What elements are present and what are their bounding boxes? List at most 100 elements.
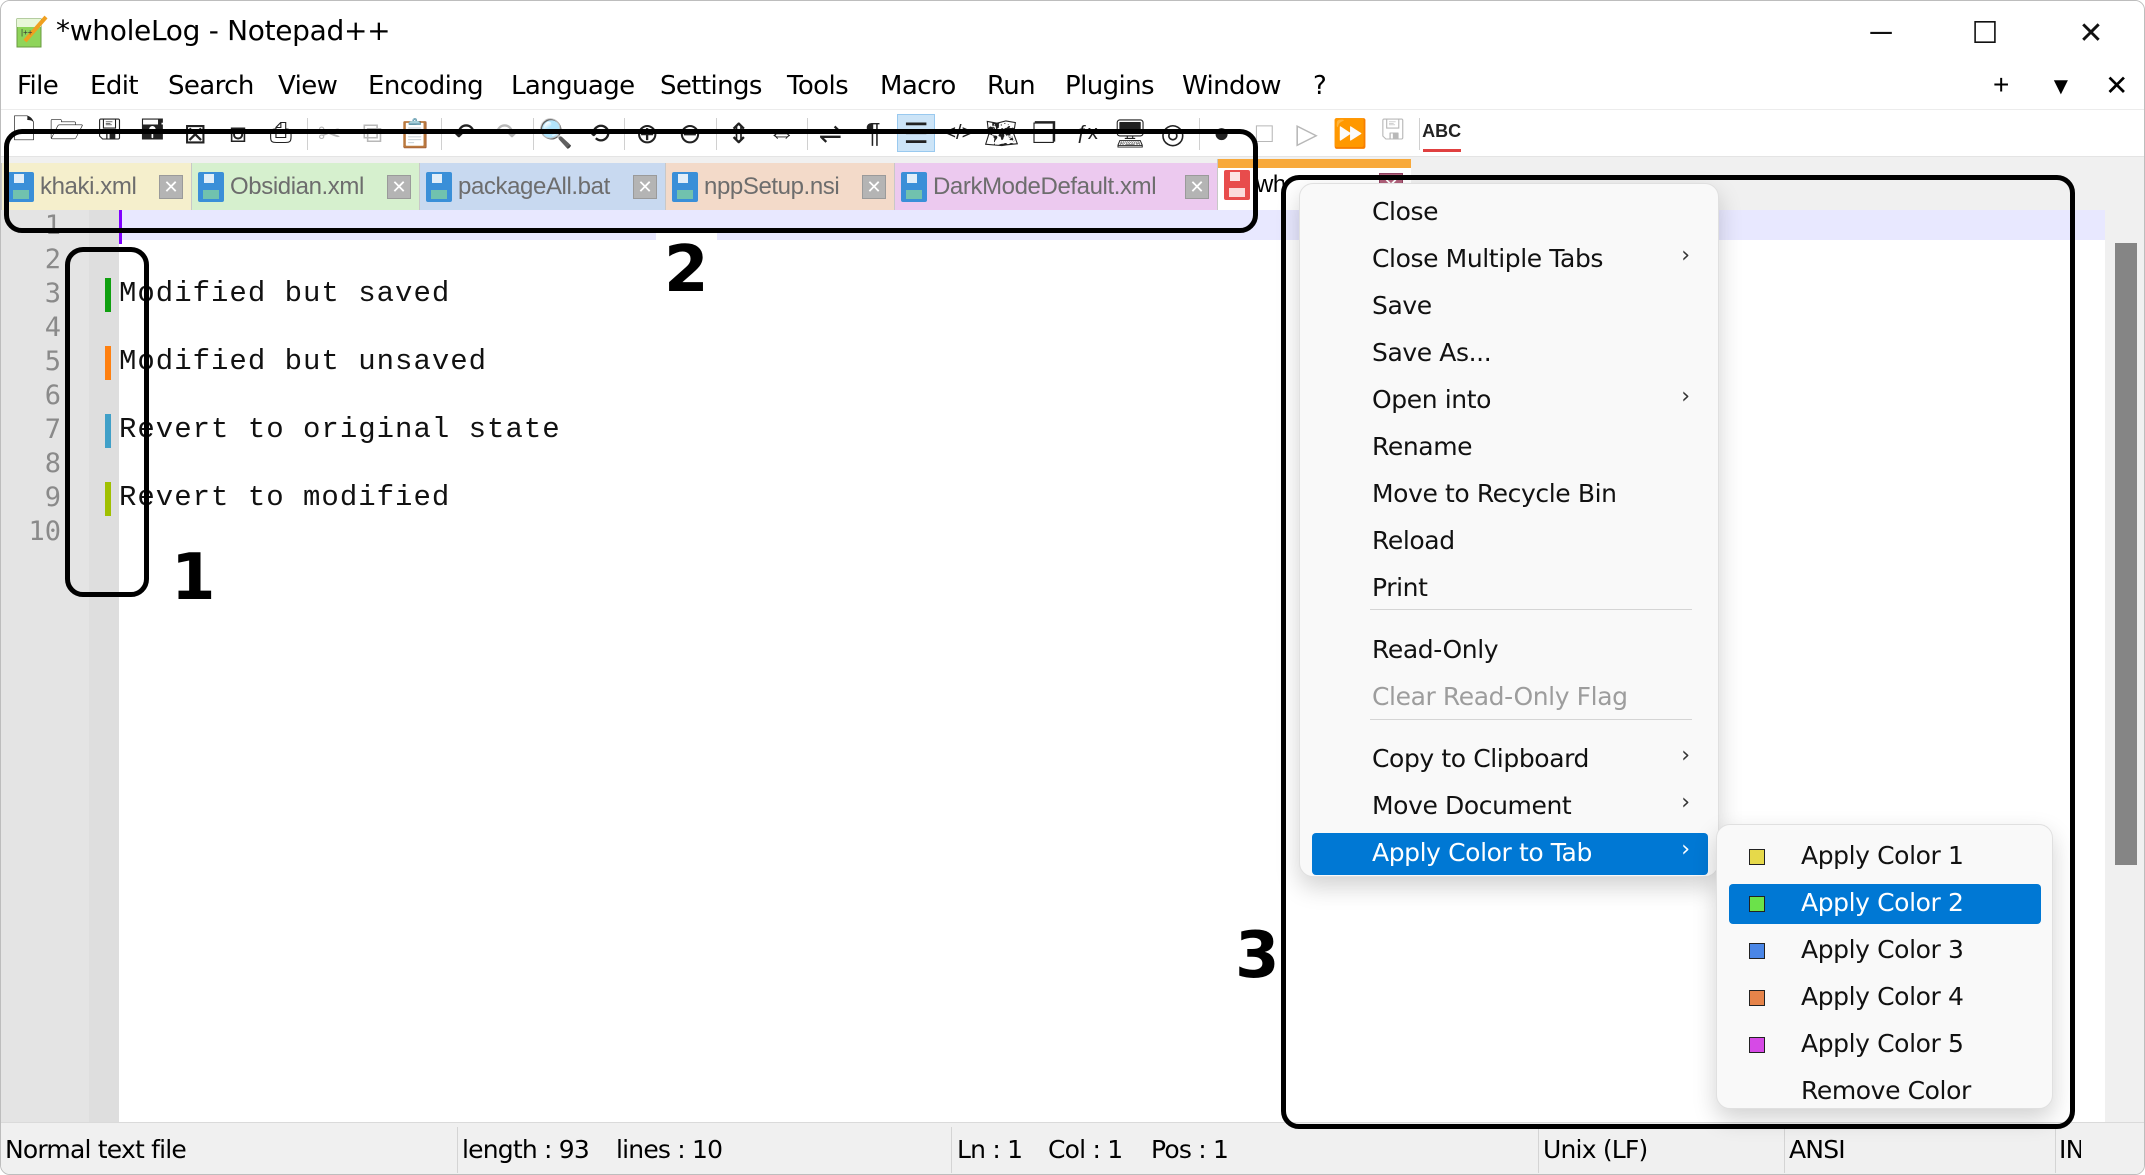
tab-nppsetup-nsi[interactable]: nppSetup.nsi ✕ bbox=[665, 163, 894, 211]
menu-help[interactable]: ? bbox=[1313, 71, 1327, 101]
maximize-button[interactable]: ☐ bbox=[1935, 1, 2035, 65]
status-length: length : 93 bbox=[462, 1135, 590, 1164]
save-all-icon[interactable]: 🖬 bbox=[133, 114, 171, 152]
vertical-scrollbar[interactable] bbox=[2105, 210, 2144, 1122]
tab-label: nppSetup.nsi bbox=[704, 173, 840, 200]
context-menu-item-move-document[interactable]: Move Document › bbox=[1312, 786, 1708, 828]
redo-icon[interactable]: ↷ bbox=[488, 114, 526, 152]
context-menu-item-rename[interactable]: Rename bbox=[1312, 427, 1708, 469]
indent-guide-icon[interactable]: ☰ bbox=[897, 114, 935, 152]
toolbar-separator bbox=[715, 118, 717, 150]
menu-item-label: Apply Color 2 bbox=[1801, 888, 1964, 917]
menu-run[interactable]: Run bbox=[987, 71, 1036, 101]
status-eol[interactable]: Unix (LF) bbox=[1543, 1135, 1648, 1164]
code-line[interactable]: Revert to original state bbox=[119, 413, 561, 446]
spell-check-icon[interactable]: ABC bbox=[1422, 114, 1461, 152]
menu-view[interactable]: View bbox=[278, 71, 338, 101]
submenu-item-apply-color-4[interactable]: Apply Color 4 bbox=[1729, 978, 2041, 1018]
close-document-icon[interactable]: ✕ bbox=[2105, 69, 2128, 102]
menu-edit[interactable]: Edit bbox=[90, 71, 139, 101]
context-menu-item-print[interactable]: Print bbox=[1312, 568, 1708, 610]
cut-icon[interactable]: ✂ bbox=[311, 114, 349, 152]
context-menu-item-copy-to-clipboard[interactable]: Copy to Clipboard › bbox=[1312, 739, 1708, 781]
apply-color-submenu: Apply Color 1 Apply Color 2 Apply Color 3 A… bbox=[1716, 824, 2053, 1109]
change-history-marker bbox=[105, 482, 111, 516]
new-tab-icon[interactable]: + bbox=[1993, 69, 2009, 101]
submenu-item-apply-color-2[interactable]: Apply Color 2 bbox=[1729, 884, 2041, 924]
minimize-button[interactable]: ─ bbox=[1831, 1, 1931, 65]
code-line[interactable]: Modified but saved bbox=[119, 277, 450, 310]
scrollbar-thumb[interactable] bbox=[2115, 243, 2137, 865]
macro-record-icon[interactable]: ● bbox=[1203, 114, 1241, 152]
document-list-icon[interactable]: ❐ bbox=[1025, 114, 1063, 152]
status-insert-mode[interactable]: INS bbox=[2059, 1135, 2081, 1164]
macro-run-multiple-icon[interactable]: ⏩ bbox=[1331, 114, 1369, 152]
context-menu-item-close-multiple-tabs[interactable]: Close Multiple Tabs › bbox=[1312, 239, 1708, 281]
context-menu-item-reload[interactable]: Reload bbox=[1312, 521, 1708, 563]
macro-play-icon[interactable]: ▷ bbox=[1288, 114, 1326, 152]
sync-vertical-icon[interactable]: ⇕ bbox=[720, 114, 758, 152]
code-line[interactable]: Revert to modified bbox=[119, 481, 450, 514]
status-position: Pos : 1 bbox=[1151, 1135, 1229, 1164]
status-encoding[interactable]: ANSI bbox=[1789, 1135, 1846, 1164]
xml-tags-icon[interactable]: </> bbox=[940, 114, 978, 152]
context-menu-item-save-as[interactable]: Save As... bbox=[1312, 333, 1708, 375]
context-menu-item-move-to-recycle-bin[interactable]: Move to Recycle Bin bbox=[1312, 474, 1708, 516]
new-file-icon[interactable]: 🗋 bbox=[5, 114, 43, 152]
submenu-item-apply-color-1[interactable]: Apply Color 1 bbox=[1729, 837, 2041, 877]
menu-tools[interactable]: Tools bbox=[787, 71, 849, 101]
macro-save-icon[interactable]: 🖫 bbox=[1374, 114, 1412, 152]
tab-obsidian-xml[interactable]: Obsidian.xml ✕ bbox=[191, 163, 419, 211]
paste-icon[interactable]: 📋 bbox=[396, 114, 434, 152]
zoom-out-icon[interactable]: ⊖ bbox=[671, 114, 709, 152]
context-menu-item-apply-color-to-tab[interactable]: Apply Color to Tab › bbox=[1312, 833, 1708, 875]
print-icon[interactable]: ⎙ bbox=[262, 114, 300, 152]
document-map-icon[interactable]: 🗺 bbox=[983, 114, 1021, 152]
code-line[interactable]: Modified but unsaved bbox=[119, 345, 487, 378]
context-menu-item-close[interactable]: Close bbox=[1312, 192, 1708, 234]
zoom-in-icon[interactable]: ⊕ bbox=[628, 114, 666, 152]
menu-search[interactable]: Search bbox=[168, 71, 254, 101]
tab-close-icon[interactable]: ✕ bbox=[387, 175, 411, 199]
function-list-icon[interactable]: ƒx bbox=[1068, 114, 1106, 152]
menu-encoding[interactable]: Encoding bbox=[368, 71, 484, 101]
unsaved-file-icon bbox=[1224, 170, 1250, 200]
sync-horizontal-icon[interactable]: ⇔ bbox=[763, 114, 801, 152]
tab-close-icon[interactable]: ✕ bbox=[862, 175, 886, 199]
copy-icon[interactable]: ⧉ bbox=[353, 114, 391, 152]
monitoring-icon[interactable]: ◎ bbox=[1154, 114, 1192, 152]
close-window-button[interactable]: ✕ bbox=[2041, 1, 2141, 65]
show-all-chars-icon[interactable]: ¶ bbox=[854, 114, 892, 152]
close-all-icon[interactable]: ⧇ bbox=[219, 114, 257, 152]
tab-khaki-xml[interactable]: khaki.xml ✕ bbox=[1, 163, 191, 211]
tab-darkmodedefault-xml[interactable]: DarkModeDefault.xml ✕ bbox=[894, 163, 1217, 211]
menu-file[interactable]: File bbox=[17, 71, 59, 101]
menu-macro[interactable]: Macro bbox=[880, 71, 956, 101]
submenu-item-apply-color-5[interactable]: Apply Color 5 bbox=[1729, 1025, 2041, 1065]
close-icon[interactable]: ⊠ bbox=[176, 114, 214, 152]
context-menu-item-open-into[interactable]: Open into › bbox=[1312, 380, 1708, 422]
save-icon[interactable]: 🖫 bbox=[91, 114, 129, 152]
find-icon[interactable]: 🔍 bbox=[537, 114, 575, 152]
context-menu-item-save[interactable]: Save bbox=[1312, 286, 1708, 328]
notepadpp-app-icon: |++ bbox=[16, 15, 48, 48]
undo-icon[interactable]: ↶ bbox=[445, 114, 483, 152]
tab-close-icon[interactable]: ✕ bbox=[633, 175, 657, 199]
menu-window[interactable]: Window bbox=[1182, 71, 1282, 101]
submenu-item-apply-color-3[interactable]: Apply Color 3 bbox=[1729, 931, 2041, 971]
menu-settings[interactable]: Settings bbox=[660, 71, 762, 101]
word-wrap-icon[interactable]: ⇌ bbox=[811, 114, 849, 152]
tab-packageall-bat[interactable]: packageAll.bat ✕ bbox=[419, 163, 665, 211]
context-menu-item-read-only[interactable]: Read-Only bbox=[1312, 630, 1708, 672]
macro-stop-icon[interactable]: □ bbox=[1245, 114, 1283, 152]
menu-item-label: Reload bbox=[1372, 526, 1455, 555]
menu-plugins[interactable]: Plugins bbox=[1065, 71, 1155, 101]
open-file-icon[interactable]: 🗁 bbox=[48, 114, 86, 152]
list-tabs-icon[interactable]: ▼ bbox=[2049, 73, 2073, 101]
replace-icon[interactable]: ⟲ bbox=[579, 114, 617, 152]
menu-language[interactable]: Language bbox=[511, 71, 635, 101]
folder-workspace-icon[interactable]: 🖥 bbox=[1111, 114, 1149, 152]
tab-close-icon[interactable]: ✕ bbox=[1185, 175, 1209, 199]
tab-close-icon[interactable]: ✕ bbox=[159, 175, 183, 199]
submenu-item-remove-color[interactable]: Remove Color bbox=[1729, 1072, 2041, 1112]
